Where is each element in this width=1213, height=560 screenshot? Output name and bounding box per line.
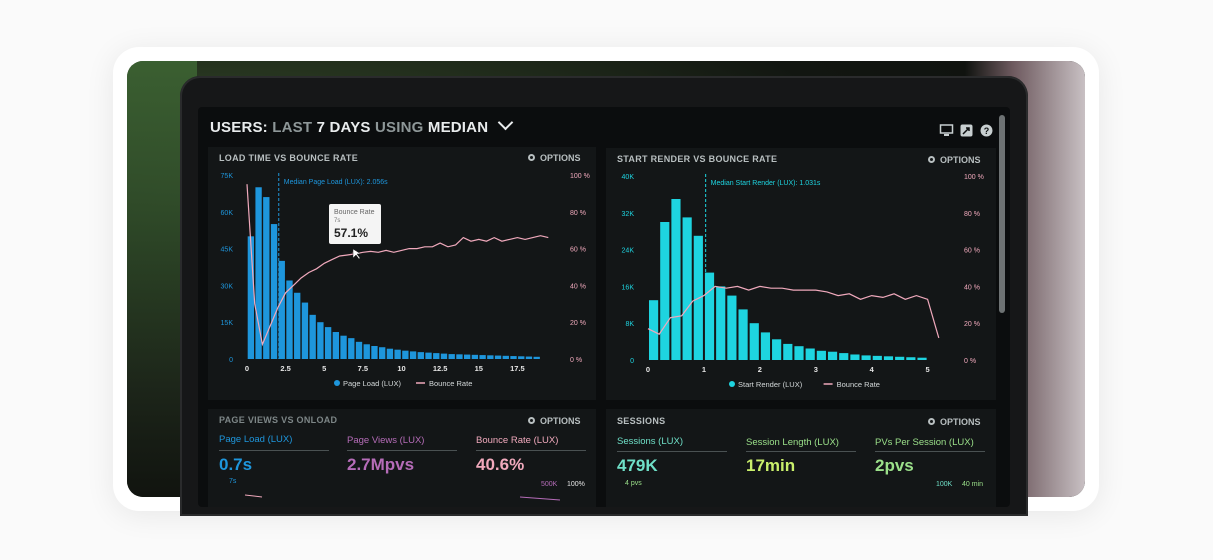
sessions-axis-right-a: 100K xyxy=(936,481,953,488)
pvs-per-session-label: PVs Per Session (LUX) xyxy=(875,437,974,448)
sessions-options-label: OPTIONS xyxy=(940,417,981,427)
session-length-label: Session Length (LUX) xyxy=(746,437,839,448)
sessions-axis-left: 4 pvs xyxy=(625,480,642,487)
sessions-title: SESSIONS xyxy=(617,416,666,426)
sessions-label: Sessions (LUX) xyxy=(617,436,683,447)
sessions-options-button[interactable]: OPTIONS xyxy=(928,417,981,427)
session-length-value: 17min xyxy=(746,456,796,475)
sessions-value: 479K xyxy=(617,456,658,475)
divider xyxy=(746,451,856,452)
divider xyxy=(617,451,727,452)
gear-icon xyxy=(928,418,935,425)
divider xyxy=(875,451,985,452)
pvs-per-session-value: 2pvs xyxy=(875,456,914,475)
sessions-axis-right-b: 40 min xyxy=(962,481,984,488)
